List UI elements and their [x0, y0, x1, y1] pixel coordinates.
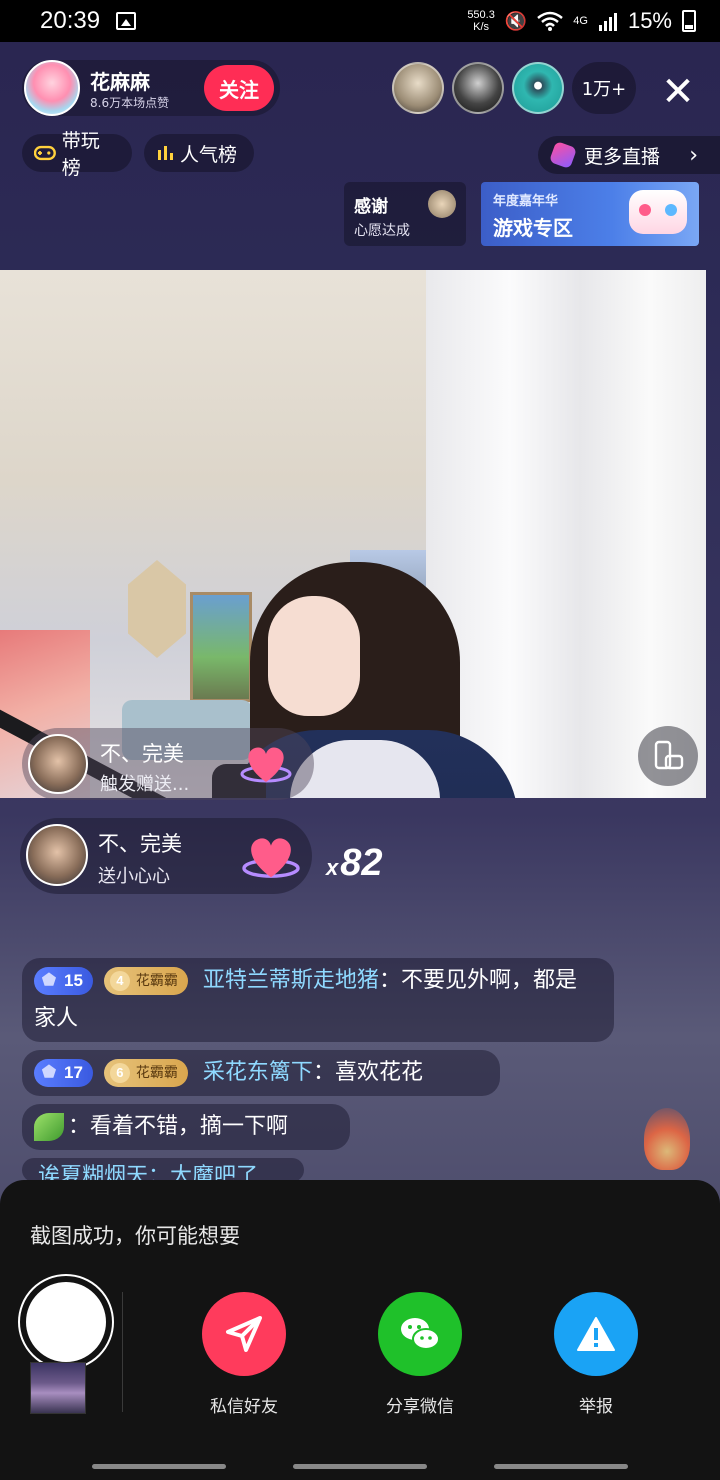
gift-toast-text: 触发赠送...	[100, 774, 190, 795]
video-hex-frame	[128, 560, 186, 658]
chat-text: ：看着不错，摘一下啊	[68, 1114, 289, 1139]
rotate-screen-button[interactable]	[638, 726, 698, 786]
status-icons: 550.3 K/s 🔇 4G 15%	[467, 8, 696, 34]
gift-user-avatar[interactable]	[28, 734, 88, 794]
gift-combo-text: 送小心心	[98, 866, 170, 887]
net-speed: 550.3 K/s	[467, 9, 495, 33]
fan-badge-label: 花霸霸	[135, 1065, 178, 1081]
share-friend-label: 私信好友	[210, 1397, 278, 1417]
gift-combo: 不、完美 送小心心	[20, 818, 312, 894]
screenshot-thumbnail[interactable]	[30, 1362, 86, 1414]
close-icon[interactable]: ✕	[656, 70, 700, 114]
tab-play-rank-label: 带玩榜	[61, 130, 100, 179]
system-nav-bar	[0, 1456, 720, 1480]
chat-message[interactable]: ：看着不错，摘一下啊	[22, 1104, 350, 1150]
fan-badge-label: 花霸霸	[135, 973, 178, 989]
gem-icon	[548, 140, 578, 170]
tab-play-rank[interactable]: 带玩榜	[22, 130, 132, 179]
user-level-badge: 15	[34, 967, 93, 995]
host-card[interactable]: 花麻麻 8.6万本场点赞 关注	[22, 60, 280, 116]
chat-username[interactable]: 采花东篱下	[203, 1060, 313, 1085]
heart-gift-icon	[242, 838, 300, 878]
nav-home[interactable]	[293, 1464, 427, 1469]
chat-message[interactable]: 15 4花霸霸 亚特兰蒂斯走地猪：不要见外啊，都是家人	[22, 958, 614, 1042]
chat-message[interactable]: 17 6 花霸霸 采花东篱下：喜欢花花	[22, 1050, 500, 1096]
signal-icon	[598, 13, 617, 31]
fan-badge: 6 花霸霸	[103, 1059, 188, 1087]
share-wechat-label: 分享微信	[386, 1397, 454, 1417]
viewer-count-button[interactable]: 1万+	[572, 62, 636, 114]
net-speed-value: 550.3	[467, 9, 495, 21]
video-streamer-face	[268, 596, 360, 716]
fan-badge: 4 花霸霸	[103, 967, 188, 995]
network-type: 4G	[573, 14, 588, 27]
tab-popularity-rank[interactable]: 人气榜	[144, 134, 254, 172]
net-speed-unit: K/s	[473, 21, 490, 33]
thanks-card[interactable]: 感谢 心愿达成	[344, 182, 466, 246]
report-label: 举报	[579, 1397, 613, 1417]
fan-level: 6	[109, 1063, 130, 1083]
gift-combo-multiplier: x	[326, 855, 339, 880]
battery-icon	[682, 10, 696, 32]
battery-percent: 15%	[627, 8, 672, 33]
host-name: 花麻麻	[90, 70, 150, 94]
live-video[interactable]	[0, 270, 706, 798]
mute-icon: 🔇	[504, 10, 528, 31]
leaf-icon	[34, 1113, 64, 1141]
share-sheet-title: 截图成功，你可能想要	[30, 1224, 240, 1248]
share-friend-button[interactable]	[202, 1292, 286, 1376]
status-bar: 20:39 550.3 K/s 🔇 4G 15%	[0, 0, 720, 42]
event-banner-line1: 年度嘉年华	[493, 194, 559, 209]
screenshot-capture-button[interactable]	[18, 1274, 114, 1370]
rotate-icon	[654, 740, 684, 770]
gift-user-name: 不、完美	[100, 742, 184, 766]
share-sheet: 截图成功，你可能想要 私信好友 分享微信 举报	[0, 1180, 720, 1480]
tab-popularity-rank-label: 人气榜	[180, 143, 238, 166]
fan-level: 4	[109, 971, 130, 991]
gamepad-icon	[34, 145, 56, 161]
follow-button[interactable]: 关注	[204, 65, 274, 111]
gift-combo-user: 不、完美	[98, 832, 182, 856]
chevron-right-icon: ›	[689, 142, 698, 168]
video-curtain	[426, 270, 706, 798]
warning-icon	[577, 1317, 615, 1351]
host-avatar[interactable]	[24, 60, 80, 116]
live-room: 20:39 550.3 K/s 🔇 4G 15% 花麻麻 8.6万本场点赞 关注…	[0, 0, 720, 1480]
chat-text: ：喜欢花花	[312, 1060, 423, 1085]
share-wechat-button[interactable]	[378, 1292, 462, 1376]
thanks-avatar	[428, 190, 456, 218]
paper-plane-icon	[226, 1316, 262, 1352]
viewer-avatar[interactable]	[452, 62, 504, 114]
divider	[122, 1292, 123, 1412]
more-live-button[interactable]: 更多直播 ›	[538, 136, 720, 174]
chat-username[interactable]: 亚特兰蒂斯走地猪	[203, 968, 379, 993]
heart-gift-icon	[240, 747, 292, 783]
fire-icon[interactable]	[644, 1108, 690, 1170]
gamepad-illustration	[629, 190, 687, 234]
user-level-badge: 17	[34, 1059, 93, 1087]
viewer-avatar[interactable]	[392, 62, 444, 114]
report-button[interactable]	[554, 1292, 638, 1376]
thanks-subtitle: 心愿达成	[354, 223, 410, 239]
nav-back[interactable]	[494, 1464, 628, 1469]
more-live-label: 更多直播	[584, 145, 661, 168]
event-banner-line2: 游戏专区	[493, 216, 573, 240]
gift-combo-count: x82	[326, 842, 383, 885]
status-time: 20:39	[40, 7, 101, 34]
wechat-icon	[401, 1318, 440, 1350]
gallery-icon	[116, 12, 137, 30]
nav-recents[interactable]	[92, 1464, 226, 1469]
thanks-title: 感谢	[354, 197, 388, 217]
gift-combo-avatar[interactable]	[26, 824, 88, 886]
bar-chart-icon	[158, 146, 173, 160]
host-likes: 8.6万本场点赞	[90, 96, 170, 110]
viewer-avatar[interactable]	[512, 62, 564, 114]
event-banner[interactable]: 年度嘉年华 游戏专区	[481, 182, 699, 246]
video-painting	[190, 592, 252, 702]
gift-combo-number: 82	[340, 842, 383, 884]
gift-toast: 不、完美 触发赠送...	[22, 728, 314, 800]
wifi-icon	[537, 11, 564, 31]
chat-message[interactable]: 诶夏糊烟天：大魔吧了	[22, 1158, 304, 1182]
capture-circle	[26, 1282, 106, 1362]
